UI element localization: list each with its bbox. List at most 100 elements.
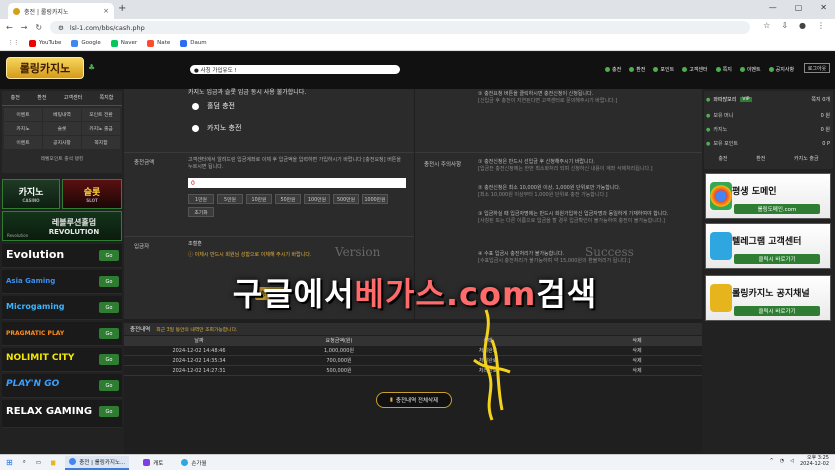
left-nav-withdraw[interactable]: 환전 xyxy=(37,94,46,101)
left-nav-item[interactable]: 이벤트 xyxy=(4,108,42,121)
message-count[interactable]: 쪽지 0개 xyxy=(811,96,830,103)
site-logo[interactable]: 롤링카지노 xyxy=(6,57,84,79)
left-nav-deposit[interactable]: 충전 xyxy=(11,94,20,101)
provider-asia-gaming[interactable]: Asia Gaming Go xyxy=(2,270,122,294)
banner-cta[interactable]: 클릭시 바로가기 xyxy=(734,306,820,316)
go-button[interactable]: Go xyxy=(99,380,119,391)
back-icon[interactable]: ← xyxy=(6,23,13,32)
top-nav-withdraw[interactable]: 환전 xyxy=(629,66,645,73)
amount-input[interactable]: 0 xyxy=(188,178,406,188)
delete-button[interactable]: 삭제 xyxy=(572,367,702,374)
delete-button[interactable]: 삭제 xyxy=(572,357,702,364)
bookmark-star-icon[interactable]: ☆ xyxy=(763,21,770,30)
close-tab-icon[interactable]: × xyxy=(103,7,109,15)
reset-button[interactable]: 초기화 xyxy=(188,207,214,217)
go-button[interactable]: Go xyxy=(99,354,119,365)
amount-button[interactable]: 500만원 xyxy=(333,194,359,204)
top-nav-deposit[interactable]: 충전 xyxy=(605,66,621,73)
go-button[interactable]: Go xyxy=(99,250,119,261)
delete-button[interactable]: 삭제 xyxy=(572,347,702,354)
telegram-banner[interactable]: 텔레그램 고객센터 클릭시 바로가기 xyxy=(705,223,831,269)
banner-cta[interactable]: 롤링도메인.com xyxy=(734,204,820,214)
clock[interactable]: 오후 3:25 2024-12-02 xyxy=(800,455,829,467)
left-nav-item[interactable]: 포인트 전환 xyxy=(82,108,120,121)
maximize-icon[interactable]: ▢ xyxy=(795,3,803,12)
forward-icon[interactable]: → xyxy=(21,23,28,32)
casino-banner[interactable]: 카지노 CASINO xyxy=(2,179,60,209)
logout-button[interactable]: 로그아웃 xyxy=(804,63,830,73)
top-nav-support[interactable]: 고객센터 xyxy=(682,66,708,73)
bookmark-youtube[interactable]: YouTube xyxy=(29,39,61,47)
left-nav-item[interactable]: 슬롯 xyxy=(43,122,81,135)
top-nav-point[interactable]: 포인트 xyxy=(653,66,674,73)
amount-button[interactable]: 10만원 xyxy=(246,194,272,204)
left-nav-item[interactable]: 베팅내역 xyxy=(43,108,81,121)
banner-cta[interactable]: 클릭시 바로가기 xyxy=(734,254,820,264)
provider-relax[interactable]: RELAX GAMING Go xyxy=(2,400,122,428)
go-button[interactable]: Go xyxy=(99,328,119,339)
provider-pragmatic-play[interactable]: PRAGMATIC PLAY Go xyxy=(2,322,122,346)
notice-channel-banner[interactable]: 롤링카지노 공지채널 클릭시 바로가기 xyxy=(705,275,831,321)
bookmark-daum[interactable]: Daum xyxy=(180,39,207,47)
taskbar-app-2[interactable]: 캐토 xyxy=(139,456,167,470)
go-button[interactable]: Go xyxy=(99,276,119,287)
delete-all-history-button[interactable]: ▮ 충전내역 전체삭제 xyxy=(376,392,452,408)
window-close-icon[interactable]: ✕ xyxy=(820,3,827,12)
domain-banner[interactable]: 평생 도메인 롤링도메인.com xyxy=(705,173,831,219)
amount-button[interactable]: 50만원 xyxy=(275,194,301,204)
left-nav-item[interactable]: 쪽지함 xyxy=(82,136,120,149)
wifi-icon[interactable]: ◔ xyxy=(780,458,784,464)
left-nav-attendance[interactable]: 레벨포인트 출석 랭킹 xyxy=(4,153,120,164)
provider-microgaming[interactable]: Microgaming Go xyxy=(2,296,122,320)
explorer-icon[interactable]: ▆ xyxy=(51,460,55,466)
revolution-banner[interactable]: Revolution 레볼루션홀덤 REVOLUTION xyxy=(2,211,122,241)
browser-tab[interactable]: 충전 | 롤링카지노 × xyxy=(8,3,114,19)
search-icon[interactable]: ⌕ xyxy=(23,459,26,466)
option-holdem-deposit[interactable]: 홀덤 충전 xyxy=(192,101,235,111)
taskbar-app-chrome[interactable]: 충전 | 롤링카지노... xyxy=(65,455,130,470)
site-info-icon[interactable]: ⚙ xyxy=(58,24,64,32)
volume-icon[interactable]: ◁ xyxy=(790,458,794,464)
profile-icon[interactable]: ● xyxy=(799,21,806,30)
option-casino-deposit[interactable]: 카지노 충전 xyxy=(192,123,241,133)
bookmark-nate[interactable]: Nate xyxy=(147,39,170,47)
amount-button[interactable]: 5만원 xyxy=(217,194,243,204)
provider-playngo[interactable]: PLAY'N GO Go xyxy=(2,374,122,398)
top-nav-notice[interactable]: 공지사항 xyxy=(768,66,794,73)
new-tab-icon[interactable]: + xyxy=(118,3,126,14)
apps-icon[interactable]: ⋮⋮ xyxy=(8,40,19,46)
radio-icon[interactable] xyxy=(192,102,199,110)
right-nav-deposit[interactable]: 충전 xyxy=(718,155,727,162)
form-header-text: 카지노 입금과 슬롯 입금 동시 사용 불가합니다. xyxy=(188,89,307,96)
provider-evolution[interactable]: Evolution Go xyxy=(2,244,122,268)
right-nav-withdraw[interactable]: 환전 xyxy=(756,155,765,162)
slot-banner[interactable]: 슬롯 SLOT xyxy=(62,179,122,209)
left-nav-item[interactable]: 공지사항 xyxy=(43,136,81,149)
amount-button[interactable]: 100만원 xyxy=(304,194,330,204)
top-nav-message[interactable]: 쪽지 xyxy=(715,66,732,73)
left-nav-item[interactable]: 이벤트 xyxy=(4,136,42,149)
left-nav-item[interactable]: 카지노 xyxy=(4,122,42,135)
provider-nolimit-city[interactable]: NOLIMIT CITY Go xyxy=(2,348,122,372)
menu-icon[interactable]: ⋮ xyxy=(817,21,825,30)
top-nav-event[interactable]: 이벤트 xyxy=(739,66,761,73)
amount-button[interactable]: 1000만원 xyxy=(362,194,388,204)
chevron-up-icon[interactable]: ^ xyxy=(770,458,774,464)
downloads-icon[interactable]: ⇩ xyxy=(781,21,788,30)
bookmark-naver[interactable]: Naver xyxy=(110,39,137,47)
go-button[interactable]: Go xyxy=(99,302,119,313)
minimize-icon[interactable]: — xyxy=(769,3,777,12)
left-nav-item[interactable]: 카지노 출금 xyxy=(82,122,120,135)
amount-button[interactable]: 1만원 xyxy=(188,194,214,204)
go-button[interactable]: Go xyxy=(99,406,119,417)
reload-icon[interactable]: ↻ xyxy=(35,23,42,32)
left-nav-inbox[interactable]: 쪽지함 xyxy=(100,94,114,101)
left-nav-support[interactable]: 고객센터 xyxy=(64,94,82,101)
bookmark-google[interactable]: Google xyxy=(71,39,101,47)
radio-icon[interactable] xyxy=(192,124,199,132)
taskbar-app-3[interactable]: 손가월 xyxy=(177,456,210,470)
task-view-icon[interactable]: ▭ xyxy=(36,460,41,466)
url-field[interactable]: ⚙ lsl-1.com/bbs/cash.php xyxy=(50,21,750,34)
start-icon[interactable]: ⊞ xyxy=(6,458,13,467)
right-nav-casino-withdraw[interactable]: 카지노 출금 xyxy=(794,155,819,162)
